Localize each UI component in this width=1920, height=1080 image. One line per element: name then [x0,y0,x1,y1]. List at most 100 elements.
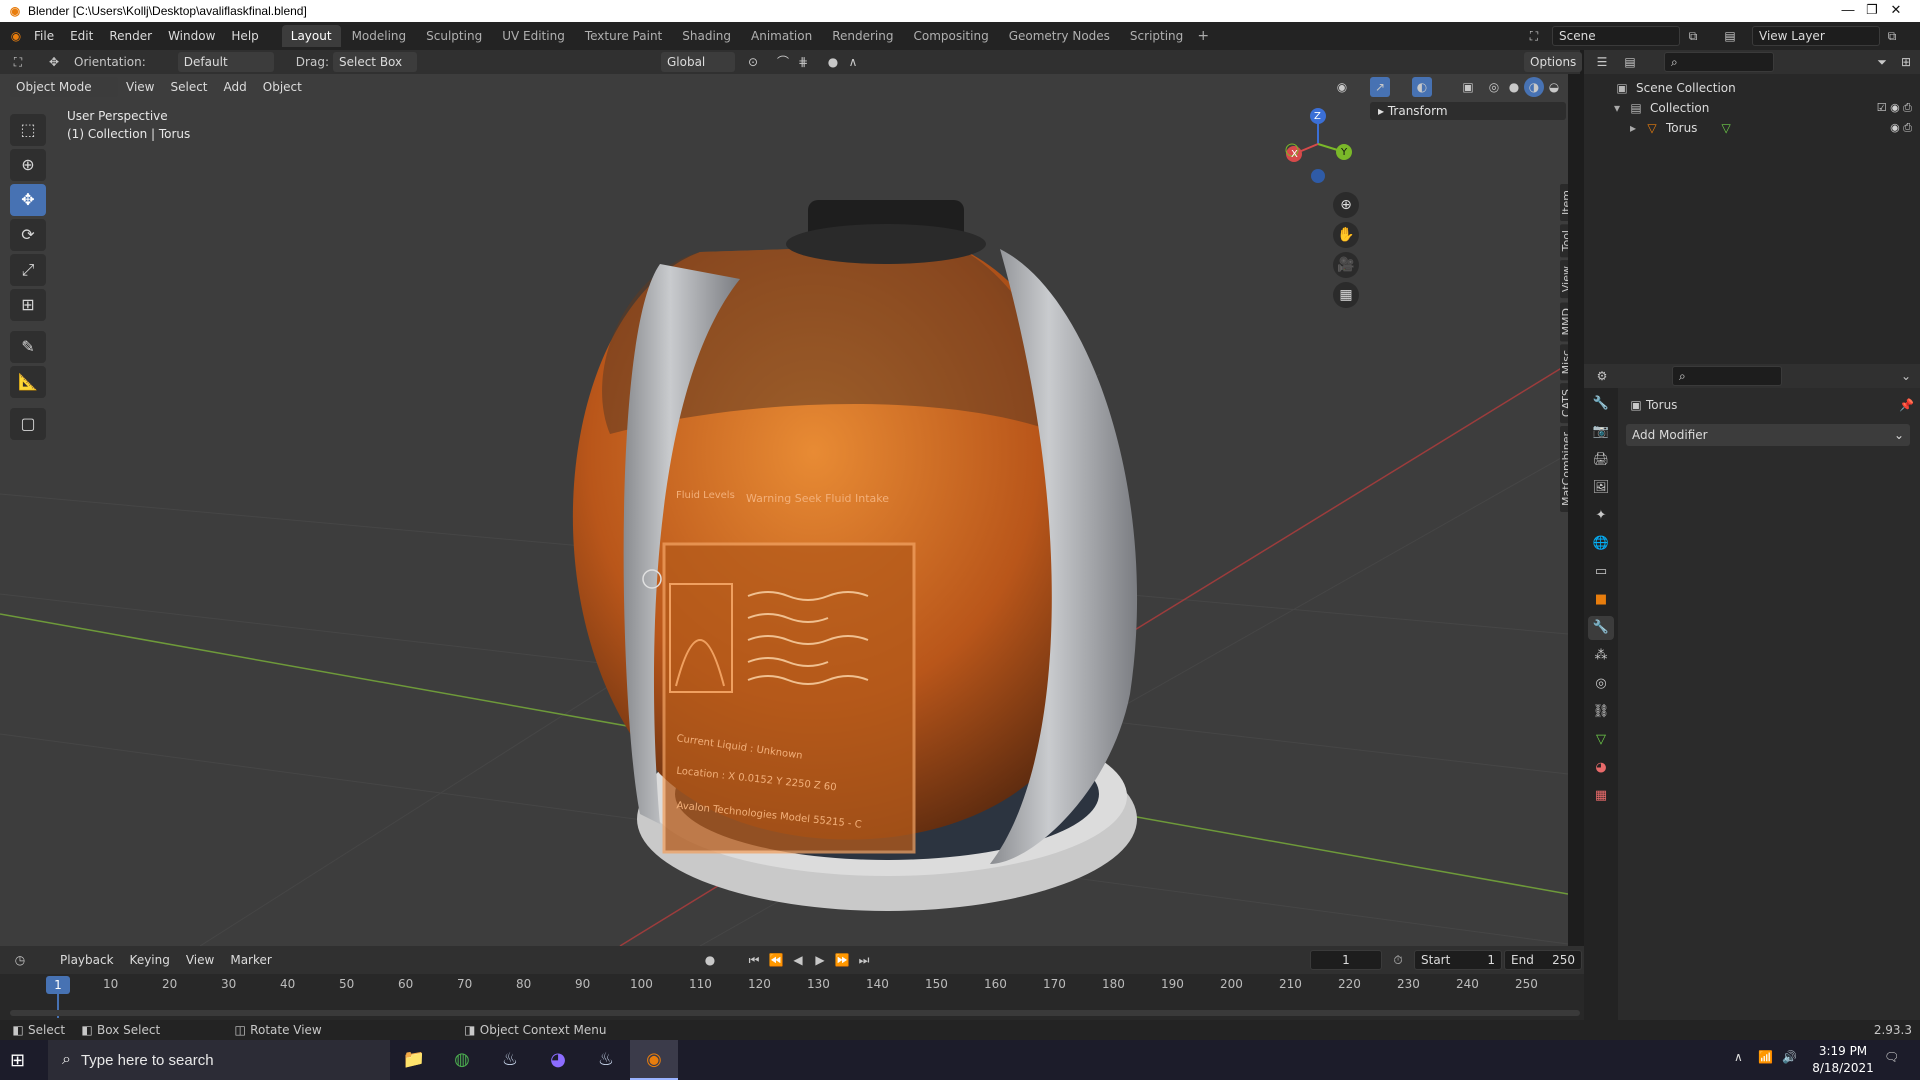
viewport-menu-add[interactable]: Add [216,74,255,101]
properties-search-input[interactable]: ⌕ [1672,366,1782,386]
texture-properties-icon[interactable]: ▦ [1588,784,1614,808]
rotate-tool[interactable]: ⟳ [10,219,46,251]
tab-uv-editing[interactable]: UV Editing [493,25,574,47]
blender-taskbar-icon[interactable]: ◉ [630,1040,678,1080]
notifications-icon[interactable]: 🗨 [1884,1050,1899,1064]
transform-panel-header[interactable]: ▸ Transform [1370,102,1566,120]
next-keyframe-icon[interactable]: ⏩ [832,950,852,970]
orientation-dropdown[interactable]: Default [177,52,274,72]
outliner-search-input[interactable]: ⌕ [1664,52,1774,72]
pin-icon[interactable]: 📌 [1899,398,1914,412]
sidebar-tab-view[interactable]: View [1560,260,1568,299]
add-modifier-button[interactable]: Add Modifier ⌄ [1626,424,1910,446]
taskbar-search[interactable]: ⌕ Type here to search [48,1040,390,1080]
menu-file[interactable]: File [26,22,62,50]
pivot-point-icon[interactable]: ⊙ [743,52,763,72]
tab-rendering[interactable]: Rendering [823,25,902,47]
editor-type-icon[interactable]: ⛶ [8,52,28,72]
start-frame-field[interactable]: Start 1 [1414,950,1502,970]
gizmo-toggle-icon[interactable]: ↗ [1370,77,1390,97]
ortho-toggle-icon[interactable]: ▦ [1333,282,1359,308]
object-properties-icon[interactable]: ■ [1588,588,1614,612]
wireframe-shading-icon[interactable]: ◎ [1484,77,1504,97]
physics-properties-icon[interactable]: ◎ [1588,672,1614,696]
annotate-tool[interactable]: ✎ [10,331,46,363]
tab-scripting[interactable]: Scripting [1121,25,1192,47]
measure-tool[interactable]: 📐 [10,366,46,398]
material-properties-icon[interactable]: ◕ [1588,756,1614,780]
timeline-menu-playback[interactable]: Playback [54,950,120,970]
viewport-menu-view[interactable]: View [118,74,162,101]
output-properties-icon[interactable]: 🖨 [1588,448,1614,472]
tab-layout[interactable]: Layout [281,25,341,47]
zoom-icon[interactable]: ⊕ [1333,192,1359,218]
falloff-icon[interactable]: ∧ [843,52,863,72]
new-collection-icon[interactable]: ⊞ [1896,52,1916,72]
display-mode-icon[interactable]: ▤ [1620,52,1640,72]
menu-render[interactable]: Render [101,22,160,50]
view-layer-field[interactable]: View Layer [1752,26,1880,46]
pan-hand-icon[interactable]: ✋ [1333,222,1359,248]
file-explorer-icon[interactable]: 📁 [390,1040,438,1080]
filter-icon[interactable]: ⏷ [1872,52,1892,72]
jump-end-icon[interactable]: ⏭ [854,950,874,970]
viewport-menu-object[interactable]: Object [255,74,310,101]
clock-date[interactable]: 8/18/2021 [1808,1061,1878,1075]
tab-texture-paint[interactable]: Texture Paint [576,25,671,47]
close-button[interactable]: ✕ [1873,0,1919,22]
timeline-scrollbar[interactable] [10,1010,1580,1016]
timeline-menu-marker[interactable]: Marker [224,950,277,970]
outliner-row-collection[interactable]: ▾ ▤ Collection ☑ ◉ ⎙ [1584,98,1920,118]
windows-start-icon[interactable]: ⊞ [10,1050,25,1071]
move-tool[interactable]: ✥ [10,184,46,216]
visibility-icon[interactable]: ◉ [1332,77,1352,97]
outliner-row-scene-collection[interactable]: ▣ Scene Collection [1584,78,1920,98]
tab-geometry-nodes[interactable]: Geometry Nodes [1000,25,1119,47]
collection-visibility-icons[interactable]: ☑ ◉ ⎙ [1877,98,1912,118]
collection-properties-icon[interactable]: ▭ [1588,560,1614,584]
prev-keyframe-icon[interactable]: ⏪ [766,950,786,970]
new-scene-icon[interactable]: ⧉ [1683,26,1703,46]
menu-window[interactable]: Window [160,22,223,50]
view-layer-properties-icon[interactable]: 🖼 [1588,476,1614,500]
menu-edit[interactable]: Edit [62,22,101,50]
tray-chevron-icon[interactable]: ∧ [1734,1050,1743,1064]
timeline-editor-icon[interactable]: ◷ [10,950,30,970]
steam-vr-icon[interactable]: ♨ [582,1040,630,1080]
timeline[interactable]: 1 10 20 30 40 50 60 70 80 90 100 110 120 130 140 150 16… [0,974,1584,1020]
tool-properties-icon[interactable]: 🔧 [1588,392,1614,416]
steam-icon[interactable]: ♨ [486,1040,534,1080]
snap-target-icon[interactable]: ⋕ [793,52,813,72]
expand-arrow-icon[interactable]: ▾ [1614,98,1628,118]
object-mode-dropdown[interactable]: Object Mode [10,77,118,97]
jump-start-icon[interactable]: ⏮ [744,950,764,970]
discord-icon[interactable]: ◕ [534,1040,582,1080]
solid-shading-icon[interactable]: ● [1504,77,1524,97]
new-view-layer-icon[interactable]: ⧉ [1882,26,1902,46]
sidebar-tab-misc[interactable]: Misc [1560,343,1568,381]
tab-modeling[interactable]: Modeling [343,25,416,47]
sidebar-tab-matcombiner[interactable]: MatCombiner [1560,426,1568,513]
scene-icon[interactable]: ⛶ [1524,26,1544,46]
tab-compositing[interactable]: Compositing [904,25,997,47]
play-icon[interactable]: ▶ [810,950,830,970]
world-properties-icon[interactable]: 🌐 [1588,532,1614,556]
timeline-menu-view[interactable]: View [180,950,220,970]
material-shading-icon[interactable]: ◑ [1524,77,1544,97]
select-box-tool[interactable]: ⬚ [10,114,46,146]
view-layer-icon[interactable]: ▤ [1720,26,1740,46]
volume-icon[interactable]: 🔊 [1782,1050,1797,1064]
tab-sculpting[interactable]: Sculpting [417,25,491,47]
collapse-arrow-icon[interactable]: ▸ [1630,118,1644,138]
timeline-menu-keying[interactable]: Keying [124,950,176,970]
transform-orientation-dropdown[interactable]: Global [660,52,735,72]
3d-viewport[interactable]: Fluid Levels Warning Seek Fluid Intake C… [0,74,1568,946]
tab-shading[interactable]: Shading [673,25,740,47]
torus-visibility-icons[interactable]: ◉ ⎙ [1890,118,1912,138]
tab-animation[interactable]: Animation [742,25,821,47]
properties-options-icon[interactable]: ⌄ [1896,366,1916,386]
scene-field[interactable]: Scene [1552,26,1680,46]
drag-dropdown[interactable]: Select Box [332,52,417,72]
chrome-icon[interactable]: ◍ [438,1040,486,1080]
playhead[interactable]: 1 [46,976,70,994]
